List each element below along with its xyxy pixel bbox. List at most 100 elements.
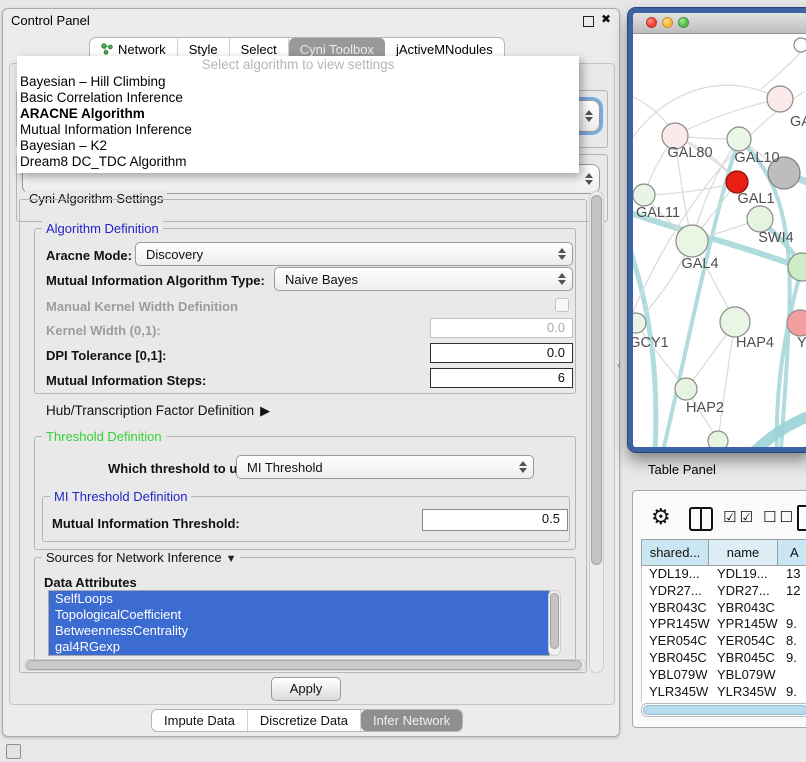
network-node[interactable] bbox=[633, 184, 655, 206]
scrollbar-thumb[interactable] bbox=[26, 660, 582, 670]
apply-button[interactable]: Apply bbox=[271, 677, 341, 701]
network-canvas[interactable]: GALGAL80GAL10GAL1GAL11SWI4GAL4GCY1HAP4YH… bbox=[633, 34, 806, 447]
mi-type-combo[interactable]: Naive Bayes bbox=[274, 267, 573, 291]
network-node[interactable] bbox=[675, 378, 697, 400]
aracne-mode-combo[interactable]: Discovery bbox=[135, 242, 573, 266]
table-horizontal-scrollbar[interactable] bbox=[641, 703, 806, 717]
screen: Control Panel ✖ NetworkStyleSelectCyni T… bbox=[0, 0, 806, 762]
manual-kernel-checkbox[interactable] bbox=[555, 298, 569, 312]
network-node[interactable] bbox=[708, 431, 728, 447]
control-panel-title: Control Panel bbox=[11, 13, 90, 28]
attribute-item[interactable]: SelfLoops bbox=[49, 591, 549, 607]
dropdown-item[interactable]: Bayesian – Hill Climbing bbox=[17, 74, 579, 90]
table-row[interactable]: YLR345WYLR345W9. bbox=[642, 684, 806, 701]
dpi-tolerance-field[interactable]: 0.0 bbox=[430, 343, 573, 363]
network-node[interactable] bbox=[767, 86, 793, 112]
attribute-item[interactable]: TopologicalCoefficient bbox=[49, 607, 549, 623]
table-header-row: shared...nameA bbox=[641, 539, 806, 566]
network-node-label: HAP4 bbox=[736, 335, 774, 351]
checked-boxes-icon[interactable]: ☑☑ bbox=[723, 508, 756, 526]
which-threshold-combo[interactable]: MI Threshold bbox=[236, 455, 534, 479]
table-row[interactable]: YPR145WYPR145W9. bbox=[642, 616, 806, 633]
mi-steps-field[interactable]: 6 bbox=[430, 368, 573, 388]
dropdown-item[interactable]: Bayesian – K2 bbox=[17, 138, 579, 154]
network-node-label: SWI4 bbox=[758, 230, 793, 246]
tab-label: Network bbox=[118, 42, 166, 57]
settings-vertical-scrollbar[interactable] bbox=[589, 191, 604, 673]
network-node-label: GAL11 bbox=[636, 205, 680, 221]
tab-label: Style bbox=[189, 42, 218, 57]
gear-icon[interactable]: ⚙ bbox=[651, 505, 671, 530]
table-column-header[interactable]: shared... bbox=[641, 539, 709, 566]
close-traffic-light[interactable] bbox=[646, 17, 657, 28]
attribute-list-scrollbar[interactable] bbox=[548, 590, 561, 656]
cyni-algorithm-settings: Algorithm Definition Aracne Mode: Discov… bbox=[19, 199, 587, 673]
network-view-window[interactable]: GALGAL80GAL10GAL1GAL11SWI4GAL4GCY1HAP4YH… bbox=[628, 8, 806, 452]
table-row[interactable]: YIL052CYIL052C0. bbox=[642, 700, 806, 702]
data-attributes-label: Data Attributes bbox=[44, 575, 137, 590]
sources-group-title[interactable]: Sources for Network Inference▼ bbox=[42, 550, 240, 565]
bottom-tab-infer-network[interactable]: Infer Network bbox=[361, 710, 462, 731]
document-icon[interactable] bbox=[797, 505, 806, 531]
which-threshold-label: Which threshold to use: bbox=[108, 461, 256, 476]
close-icon[interactable]: ✖ bbox=[601, 12, 611, 26]
dropdown-item[interactable]: Dream8 DC_TDC Algorithm bbox=[17, 154, 579, 170]
zoom-traffic-light[interactable] bbox=[678, 17, 689, 28]
bottom-tab-discretize-data[interactable]: Discretize Data bbox=[248, 710, 361, 731]
network-node-label: Y bbox=[797, 335, 806, 351]
table-cell: YBR043C bbox=[642, 600, 710, 617]
settings-horizontal-scrollbar[interactable] bbox=[24, 659, 586, 671]
combo-arrows-icon bbox=[513, 461, 527, 473]
mi-threshold-field[interactable]: 0.5 bbox=[422, 509, 568, 531]
table-column-header[interactable]: name bbox=[709, 539, 778, 566]
network-node-label: GAL10 bbox=[734, 150, 779, 166]
table-cell: YBR043C bbox=[710, 600, 779, 617]
columns-icon[interactable] bbox=[689, 507, 713, 531]
network-window-titlebar[interactable] bbox=[633, 13, 806, 34]
attribute-item[interactable]: BetweennessCentrality bbox=[49, 623, 549, 639]
float-window-icon[interactable] bbox=[583, 16, 594, 27]
table-cell: 9. bbox=[779, 684, 806, 701]
collapsed-arrow-icon: ▶ bbox=[260, 403, 270, 419]
network-node[interactable] bbox=[676, 225, 708, 257]
unchecked-boxes-icon[interactable]: ☐☐ bbox=[763, 508, 796, 526]
dropdown-item[interactable]: Mutual Information Inference bbox=[17, 122, 579, 138]
table-row[interactable]: YBR045CYBR045C9. bbox=[642, 650, 806, 667]
table-row[interactable]: YDL19...YDL19...13 bbox=[642, 566, 806, 583]
network-node[interactable] bbox=[794, 38, 806, 52]
hub-definition-toggle[interactable]: Hub/Transcription Factor Definition▶ bbox=[46, 403, 270, 419]
attribute-item[interactable]: gal4RGexp bbox=[49, 639, 549, 655]
aracne-mode-label: Aracne Mode: bbox=[46, 248, 132, 263]
aracne-mode-value: Discovery bbox=[146, 247, 203, 262]
network-node[interactable] bbox=[633, 313, 646, 333]
split-pane-collapse-icon[interactable]: ‹ bbox=[617, 358, 621, 372]
network-node[interactable] bbox=[727, 127, 751, 151]
scrollbar-thumb[interactable] bbox=[643, 705, 806, 715]
table-column-header[interactable]: A bbox=[778, 539, 806, 566]
table-row[interactable]: YBR043CYBR043C bbox=[642, 600, 806, 617]
scrollbar-thumb[interactable] bbox=[550, 593, 559, 649]
table-cell: YIL052C bbox=[710, 700, 779, 702]
table-row[interactable]: YER054CYER054C8. bbox=[642, 633, 806, 650]
collapsed-panel-button[interactable] bbox=[6, 744, 21, 759]
table-row[interactable]: YDR27...YDR27...12 bbox=[642, 583, 806, 600]
algorithm-definition-title: Algorithm Definition bbox=[42, 221, 163, 236]
network-node[interactable] bbox=[720, 307, 750, 337]
network-node[interactable] bbox=[726, 171, 748, 193]
minimize-traffic-light[interactable] bbox=[662, 17, 673, 28]
table-cell: 9. bbox=[779, 650, 806, 667]
table-row[interactable]: YBL079WYBL079W bbox=[642, 667, 806, 684]
dropdown-item[interactable]: ARACNE Algorithm bbox=[17, 106, 579, 122]
dropdown-item[interactable]: Basic Correlation Inference bbox=[17, 90, 579, 106]
bottom-tab-impute-data[interactable]: Impute Data bbox=[152, 710, 248, 731]
table-body: YDL19...YDL19...13YDR27...YDR27...12YBR0… bbox=[641, 566, 806, 702]
scrollbar-thumb[interactable] bbox=[591, 195, 602, 565]
threshold-definition-title: Threshold Definition bbox=[42, 429, 166, 444]
network-node[interactable] bbox=[747, 206, 773, 232]
tab-label: Select bbox=[241, 42, 277, 57]
manual-kernel-label: Manual Kernel Width Definition bbox=[46, 299, 238, 314]
algorithm-dropdown-list: Bayesian – Hill ClimbingBasic Correlatio… bbox=[17, 74, 579, 170]
table-cell bbox=[779, 667, 806, 684]
data-attributes-list[interactable]: SelfLoopsTopologicalCoefficientBetweenne… bbox=[48, 590, 550, 656]
kernel-width-field[interactable]: 0.0 bbox=[430, 318, 573, 338]
